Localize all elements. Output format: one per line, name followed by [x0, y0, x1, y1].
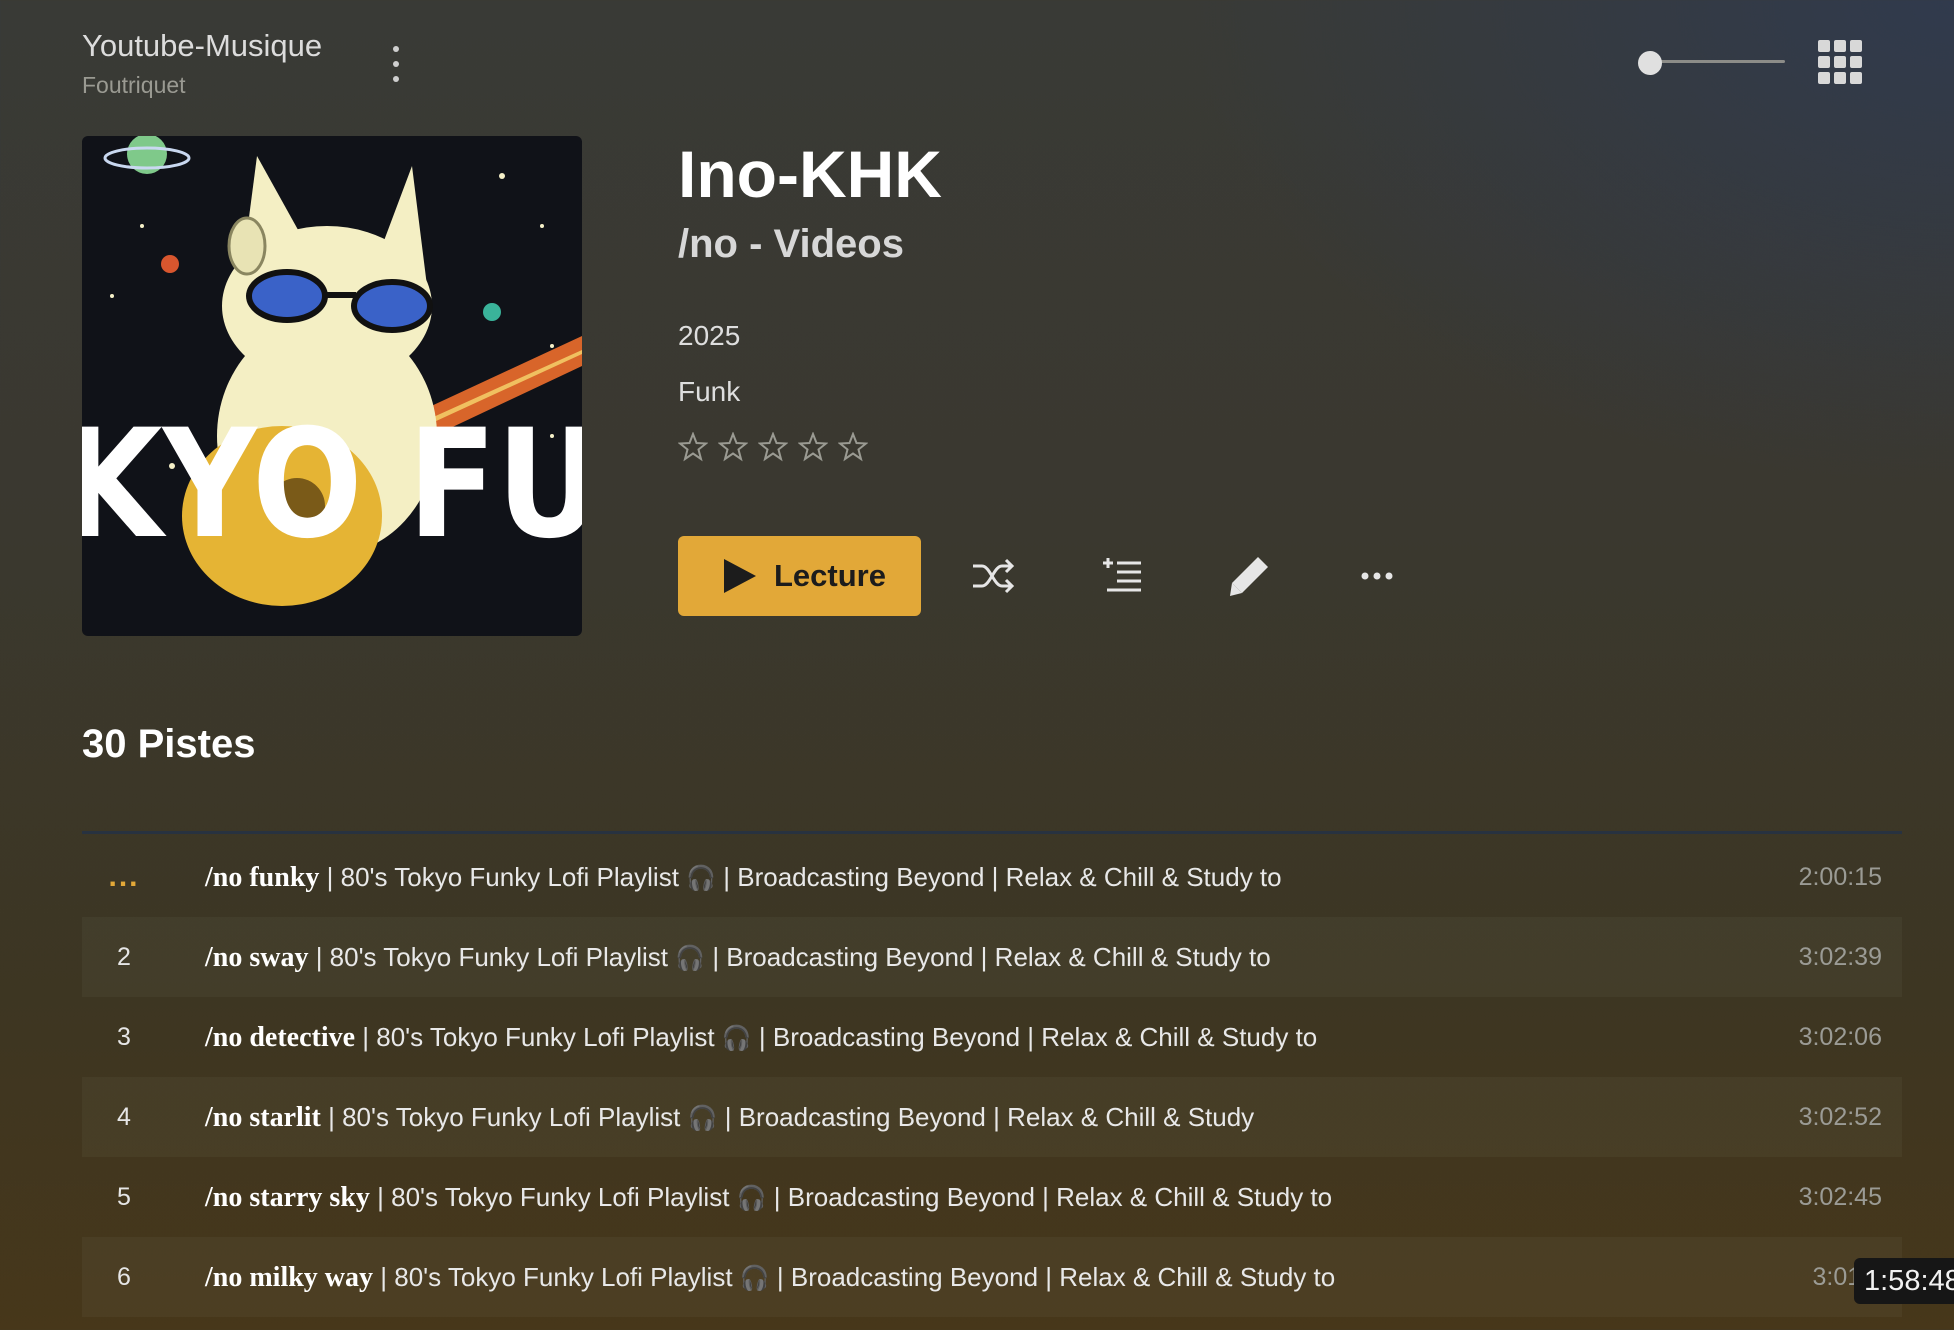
track-title: /no detective | 80's Tokyo Funky Lofi Pl…	[205, 997, 1317, 1078]
headphones-icon: 🎧	[675, 944, 706, 972]
track-description: | 80's Tokyo Funky Lofi Playlist	[369, 1182, 737, 1212]
headphones-icon: 🎧	[736, 1184, 767, 1212]
track-number: 4	[117, 1103, 131, 1131]
track-description-tail: | Broadcasting Beyond | Relax & Chill & …	[716, 862, 1282, 892]
track-row[interactable]: 6/no milky way | 80's Tokyo Funky Lofi P…	[82, 1237, 1902, 1317]
track-list: ... /no funky | 80's Tokyo Funky Lofi Pla…	[82, 837, 1902, 1317]
vertical-more-icon[interactable]	[386, 44, 406, 84]
track-description: | 80's Tokyo Funky Lofi Playlist	[373, 1262, 740, 1292]
track-row[interactable]: 3/no detective | 80's Tokyo Funky Lofi P…	[82, 997, 1902, 1077]
add-to-queue-button[interactable]	[1097, 551, 1147, 601]
track-row[interactable]: 4/no starlit | 80's Tokyo Funky Lofi Pla…	[82, 1077, 1902, 1157]
volume-slider[interactable]	[1638, 48, 1785, 76]
track-description: | 80's Tokyo Funky Lofi Playlist	[319, 862, 687, 892]
album-artist[interactable]: /no - Videos	[678, 222, 904, 267]
track-title: /no funky | 80's Tokyo Funky Lofi Playli…	[205, 837, 1282, 918]
track-duration: 3:02:45	[1798, 1183, 1882, 1211]
slider-thumb[interactable]	[1638, 51, 1662, 75]
headphones-icon: 🎧	[686, 864, 717, 892]
headphones-icon: 🎧	[687, 1104, 718, 1132]
play-label: Lecture	[774, 558, 886, 593]
album-year: 2025	[678, 320, 741, 351]
track-number: 6	[117, 1263, 131, 1291]
track-description-tail: | Broadcasting Beyond | Relax & Chill & …	[717, 1102, 1255, 1132]
track-title: /no starlit | 80's Tokyo Funky Lofi Play…	[205, 1077, 1254, 1158]
star-rating[interactable]	[678, 432, 868, 462]
headphones-icon: 🎧	[739, 1264, 770, 1292]
time-tooltip: 1:58:48	[1854, 1258, 1954, 1304]
track-name: /no sway	[205, 942, 309, 973]
track-duration: 3:02:39	[1798, 943, 1882, 971]
now-playing-indicator: ...	[108, 860, 140, 893]
track-name: /no funky	[205, 862, 320, 893]
tracks-divider	[82, 831, 1902, 834]
shuffle-icon	[973, 558, 1015, 594]
track-description-tail: | Broadcasting Beyond | Relax & Chill & …	[751, 1022, 1318, 1052]
album-title: Ino-KHK	[678, 137, 942, 211]
track-description-tail: | Broadcasting Beyond | Relax & Chill & …	[769, 1262, 1336, 1292]
star-icon[interactable]	[838, 432, 868, 462]
album-cover: KYO FU	[82, 136, 582, 636]
track-duration: 2:00:15	[1798, 863, 1882, 891]
slider-track	[1650, 60, 1785, 63]
more-options-button[interactable]	[1352, 551, 1402, 601]
more-horizontal-icon	[1361, 572, 1393, 580]
edit-button[interactable]	[1224, 551, 1274, 601]
play-icon	[724, 559, 756, 593]
app-title: Youtube-Musique	[82, 28, 323, 63]
track-title: /no milky way | 80's Tokyo Funky Lofi Pl…	[205, 1237, 1335, 1318]
track-description: | 80's Tokyo Funky Lofi Playlist	[308, 942, 676, 972]
app-subtitle: Foutriquet	[82, 72, 186, 98]
album-genre[interactable]: Funk	[678, 376, 740, 408]
cover-text: KYO FU	[82, 398, 582, 572]
track-name: /no milky way	[205, 1262, 374, 1293]
track-number: 3	[117, 1023, 131, 1051]
star-icon[interactable]	[798, 432, 828, 462]
track-number: 2	[117, 943, 131, 971]
track-name: /no starlit	[205, 1102, 321, 1133]
track-description: | 80's Tokyo Funky Lofi Playlist	[320, 1102, 688, 1132]
pencil-icon	[1230, 557, 1268, 596]
shuffle-button[interactable]	[968, 551, 1018, 601]
track-row[interactable]: 5/no starry sky | 80's Tokyo Funky Lofi …	[82, 1157, 1902, 1237]
track-title: /no sway | 80's Tokyo Funky Lofi Playlis…	[205, 917, 1271, 998]
play-button[interactable]: Lecture	[678, 536, 921, 616]
track-title: /no starry sky | 80's Tokyo Funky Lofi P…	[205, 1157, 1332, 1238]
apps-grid-icon[interactable]	[1818, 40, 1862, 84]
track-row[interactable]: ... /no funky | 80's Tokyo Funky Lofi Pla…	[82, 837, 1902, 917]
track-description-tail: | Broadcasting Beyond | Relax & Chill & …	[766, 1182, 1333, 1212]
headphones-icon: 🎧	[721, 1024, 752, 1052]
add-to-queue-icon	[1103, 558, 1141, 592]
track-name: /no starry sky	[205, 1182, 370, 1213]
track-count: 30 Pistes	[82, 722, 256, 766]
track-duration: 3:02:06	[1798, 1023, 1882, 1051]
track-description: | 80's Tokyo Funky Lofi Playlist	[355, 1022, 722, 1052]
track-description-tail: | Broadcasting Beyond | Relax & Chill & …	[705, 942, 1271, 972]
star-icon[interactable]	[718, 432, 748, 462]
track-number: 5	[117, 1183, 131, 1211]
track-name: /no detective	[205, 1022, 356, 1053]
track-duration: 3:02:52	[1798, 1103, 1882, 1131]
track-row[interactable]: 2/no sway | 80's Tokyo Funky Lofi Playli…	[82, 917, 1902, 997]
star-icon[interactable]	[678, 432, 708, 462]
cover-artwork: KYO FU	[82, 136, 582, 636]
star-icon[interactable]	[758, 432, 788, 462]
